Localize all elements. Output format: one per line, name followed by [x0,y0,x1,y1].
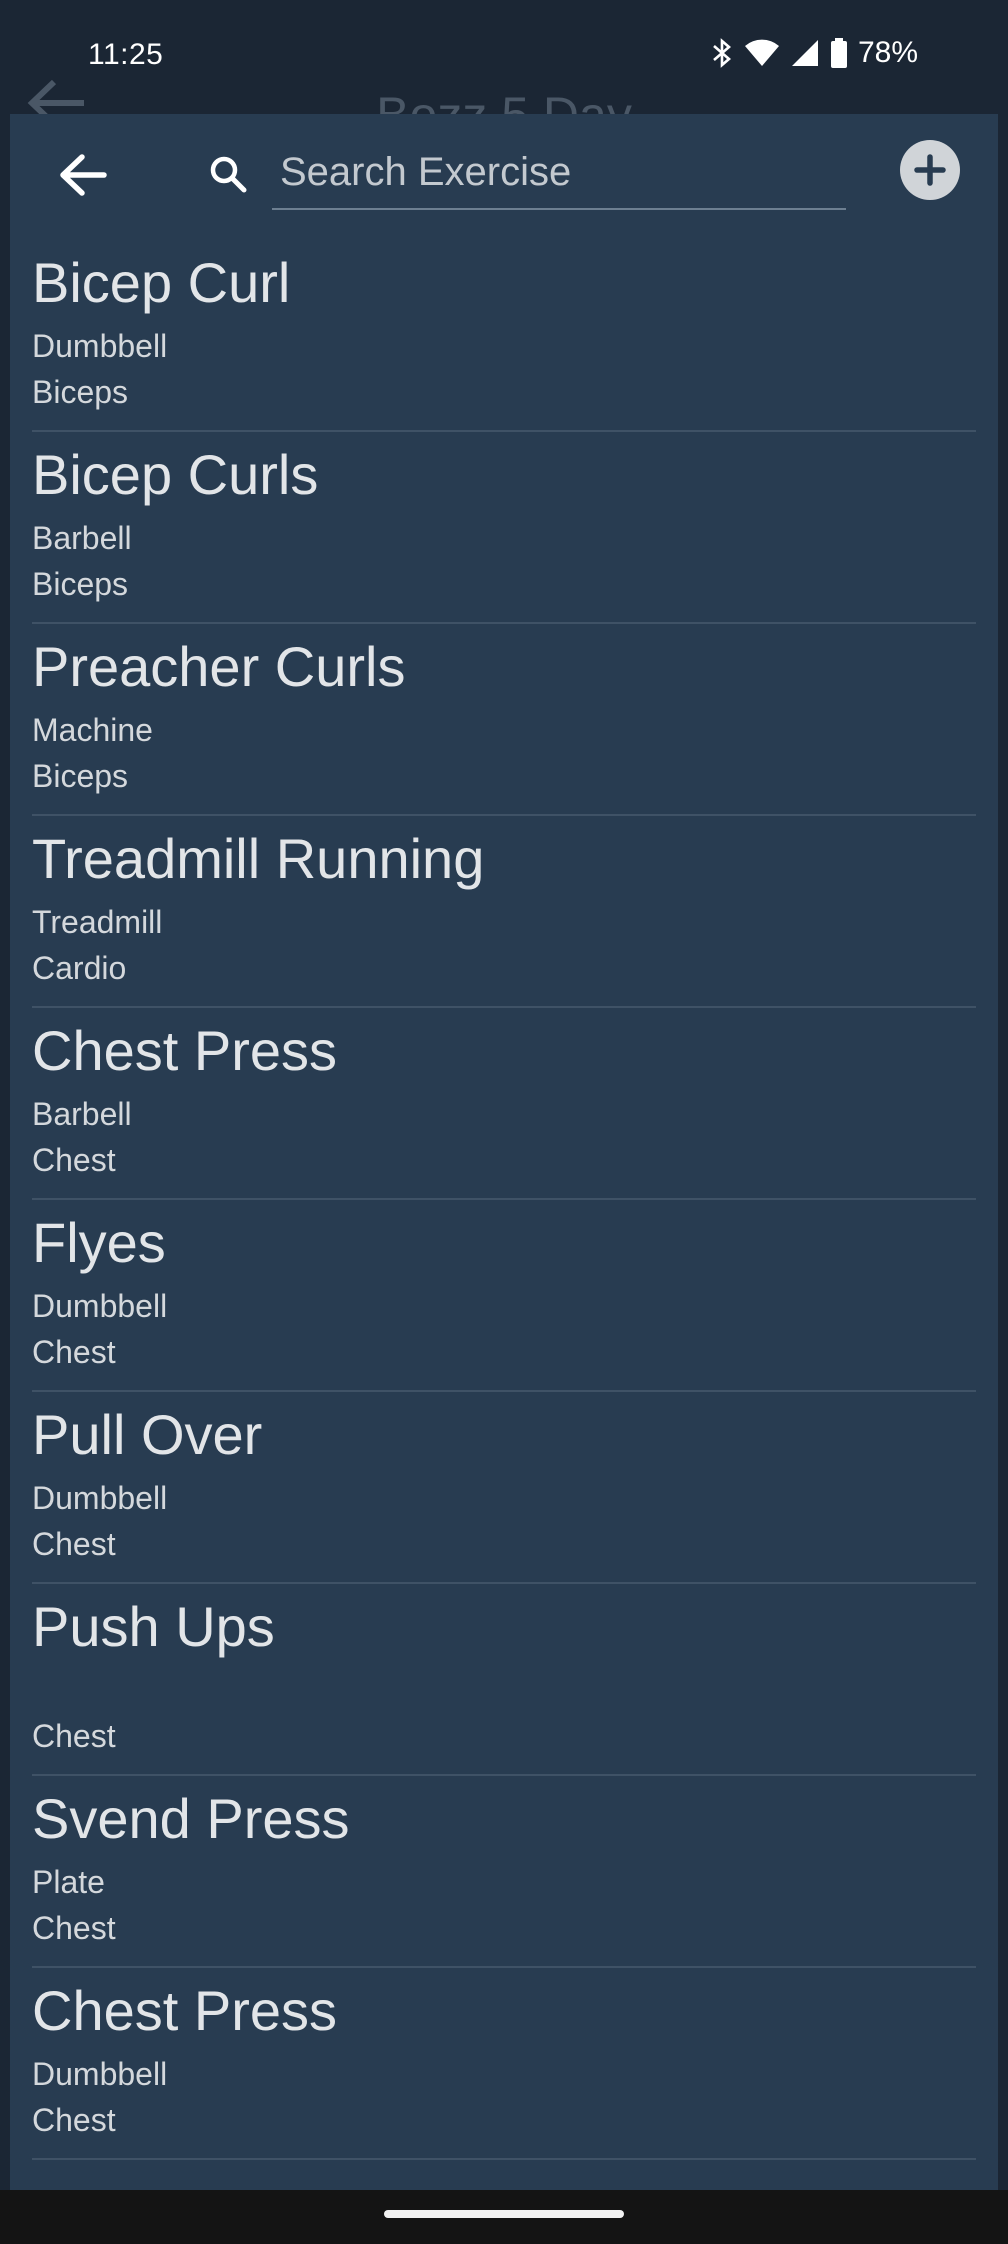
exercise-equipment: Machine [32,712,153,748]
exercise-muscle-group: Chest [32,1334,116,1370]
exercise-list-item[interactable]: Chest Press Dumbbell Chest [32,1968,976,2160]
exercise-equipment: Barbell [32,520,132,556]
exercise-muscle-group: Cardio [32,950,127,986]
exercise-name: Svend Press [32,1787,350,1850]
exercise-equipment: Dumbbell [32,2056,168,2092]
battery-percent: 78% [857,36,918,69]
battery-icon [830,37,848,69]
app-screen: 11:25 78% Search Exercise Bicep Curl Dum… [0,0,1008,2244]
exercise-list-item[interactable]: Preacher Curls Machine Biceps [32,624,976,816]
exercise-muscle-group: Biceps [32,566,129,602]
system-navigation-bar [0,2190,1008,2244]
exercise-name: Flyes [32,1211,166,1274]
exercise-equipment: Dumbbell [32,1288,168,1324]
arrow-left-icon [60,154,107,196]
add-exercise-button[interactable] [900,140,960,200]
exercise-muscle-group: Biceps [32,758,129,794]
exercise-equipment: Plate [32,1864,105,1900]
exercise-muscle-group: Chest [32,1718,116,1754]
search-bar [200,136,846,212]
exercise-name: Bicep Curls [32,443,319,506]
search-icon [208,154,248,199]
exercise-name: Chest Press [32,1019,337,1082]
exercise-muscle-group: Biceps [32,374,129,410]
dialog-header [10,114,998,234]
exercise-list-item[interactable]: Bicep Curl Dumbbell Biceps [32,240,976,432]
exercise-name: Chest Press [32,1979,337,2042]
exercise-name: Preacher Curls [32,635,406,698]
bluetooth-icon [710,37,734,69]
status-icons: 78% [710,36,918,70]
status-time: 11:25 [88,38,164,71]
exercise-list-item[interactable]: Chest Press Barbell Chest [32,1008,976,1200]
back-button[interactable] [48,140,118,210]
search-input[interactable] [272,136,846,210]
exercise-picker-dialog: Bicep Curl Dumbbell Biceps Bicep Curls B… [10,114,998,2190]
exercise-muscle-group: Chest [32,1910,116,1946]
exercise-equipment: Barbell [32,1096,132,1132]
exercise-muscle-group: Chest [32,1142,116,1178]
exercise-list-item[interactable]: Bicep Curls Barbell Biceps [32,432,976,624]
exercise-list-item[interactable]: Svend Press Plate Chest [32,1776,976,1968]
exercise-muscle-group: Chest [32,1526,116,1562]
cell-signal-icon [790,38,820,68]
exercise-muscle-group: Chest [32,2102,116,2138]
home-indicator[interactable] [384,2210,624,2218]
exercise-list-item[interactable]: Pull Over Dumbbell Chest [32,1392,976,1584]
exercise-name: Treadmill Running [32,827,485,890]
exercise-list: Bicep Curl Dumbbell Biceps Bicep Curls B… [10,240,998,2160]
plus-icon [914,154,946,186]
exercise-list-item[interactable]: Push Ups Chest [32,1584,976,1776]
exercise-list-item[interactable]: Treadmill Running Treadmill Cardio [32,816,976,1008]
exercise-name: Bicep Curl [32,251,291,314]
exercise-name: Pull Over [32,1403,263,1466]
exercise-equipment: Dumbbell [32,1480,168,1516]
exercise-equipment: Treadmill [32,904,163,940]
exercise-equipment: Dumbbell [32,328,168,364]
exercise-list-item[interactable]: Flyes Dumbbell Chest [32,1200,976,1392]
exercise-name: Push Ups [32,1595,275,1658]
wifi-icon [744,38,780,68]
